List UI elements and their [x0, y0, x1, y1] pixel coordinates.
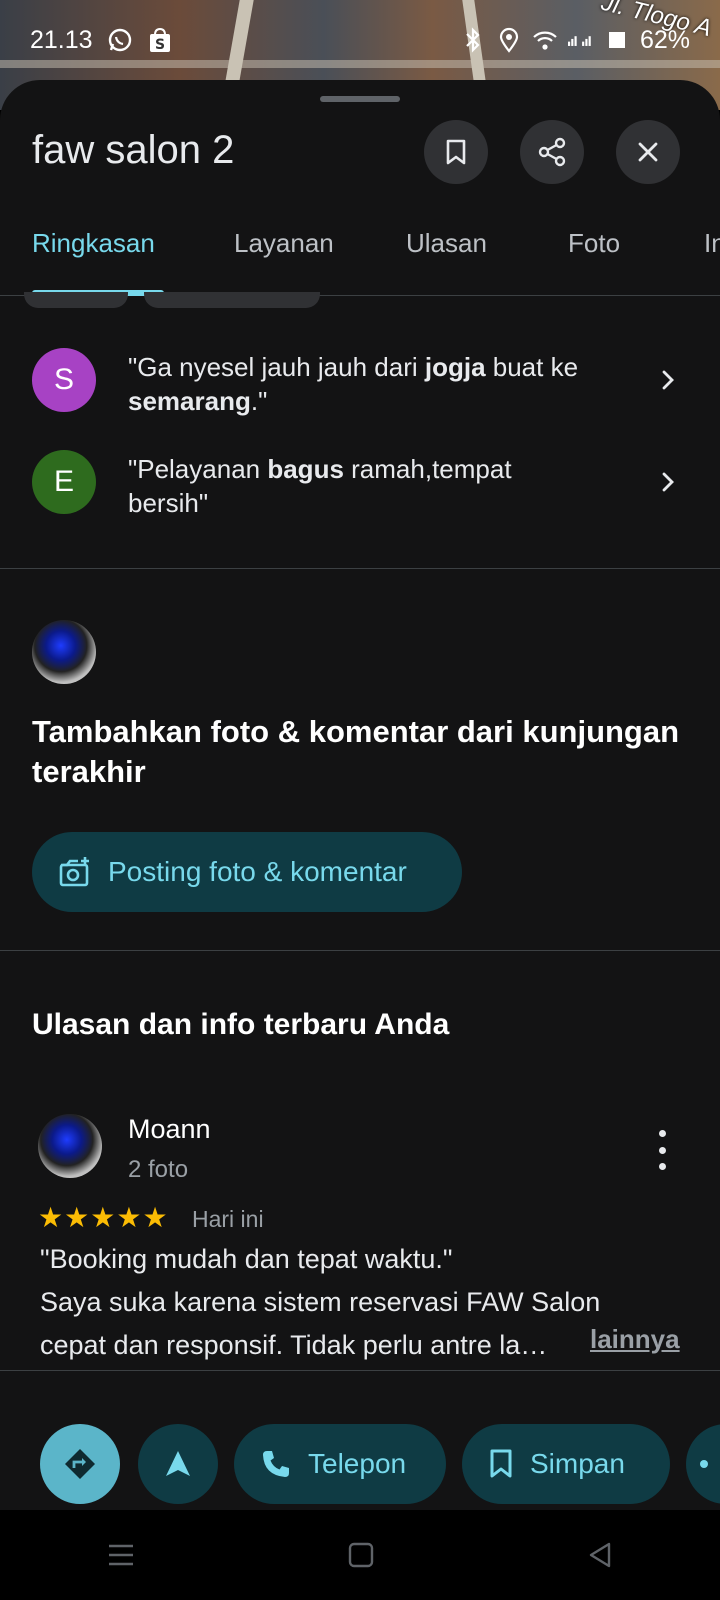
tab-layanan[interactable]: Layanan: [234, 228, 334, 259]
drag-handle[interactable]: [320, 96, 400, 102]
place-title: faw salon 2: [32, 128, 235, 172]
call-button[interactable]: Telepon: [234, 1424, 446, 1504]
review-chip[interactable]: [144, 292, 320, 308]
review-author-name: Moann: [128, 1114, 211, 1144]
star-rating: ★ ★ ★ ★ ★: [38, 1204, 168, 1232]
review-snippet-text: "Ga nyesel jauh jauh dari jogja buat ke …: [128, 352, 579, 416]
action-bar: Telepon Simpan: [0, 1424, 720, 1510]
review-author-avatar: [38, 1114, 102, 1178]
battery-icon: [604, 27, 630, 53]
user-avatar: [32, 620, 96, 684]
reviewer-avatar: E: [32, 450, 96, 514]
reviewer-avatar: S: [32, 348, 96, 412]
star-icon: ★: [142, 1202, 168, 1233]
call-button-label: Telepon: [308, 1448, 407, 1479]
bookmark-icon: [490, 1449, 512, 1478]
close-button[interactable]: [616, 120, 680, 184]
read-more-link[interactable]: lainnya: [590, 1324, 680, 1355]
save-place-button[interactable]: [424, 120, 488, 184]
home-icon[interactable]: [348, 1542, 374, 1568]
battery-percent: 62%: [639, 25, 690, 54]
divider: [0, 950, 720, 951]
share-icon: [538, 137, 566, 167]
back-icon[interactable]: [587, 1541, 613, 1569]
review-snippet[interactable]: E "Pelayanan bagus ramah,tempat bersih": [0, 450, 720, 550]
add-photo-icon: [59, 857, 89, 887]
tab-bar: Ringkasan Layanan Ulasan Foto In: [0, 210, 720, 296]
chevron-right-icon: [662, 370, 674, 390]
whatsapp-icon: [107, 27, 133, 53]
tab-foto[interactable]: Foto: [568, 228, 620, 259]
review-snippet[interactable]: S "Ga nyesel jauh jauh dari jogja buat k…: [0, 348, 720, 448]
star-icon: ★: [90, 1202, 116, 1233]
review-chip[interactable]: [24, 292, 128, 308]
more-actions-button[interactable]: [686, 1424, 720, 1504]
save-button[interactable]: Simpan: [462, 1424, 670, 1504]
post-button-label: Posting foto & komentar: [108, 856, 407, 887]
review-snippet-text: "Pelayanan bagus ramah,tempat bersih": [128, 454, 512, 518]
review-text-line: "Booking mudah dan tepat waktu.": [40, 1244, 453, 1274]
directions-button[interactable]: [40, 1424, 120, 1504]
status-bar: 21.13 S 62%: [0, 22, 720, 58]
location-icon: [496, 27, 522, 53]
more-options-button[interactable]: [652, 1130, 672, 1170]
review-date: Hari ini: [192, 1206, 264, 1232]
share-button[interactable]: [520, 120, 584, 184]
tab-ringkasan[interactable]: Ringkasan: [32, 228, 155, 259]
post-photo-comment-button[interactable]: Posting foto & komentar: [32, 832, 462, 912]
review-text-line: Saya suka karena sistem reservasi FAW Sa…: [40, 1287, 601, 1317]
divider: [0, 568, 720, 569]
section-title: Ulasan dan info terbaru Anda: [32, 1008, 450, 1041]
tab-info[interactable]: In: [704, 228, 720, 259]
review-photo-count: 2 foto: [128, 1156, 189, 1183]
status-time: 21.13: [30, 25, 93, 54]
dot-icon: [700, 1460, 708, 1468]
bluetooth-icon: [460, 27, 486, 53]
recent-apps-icon[interactable]: [107, 1543, 135, 1567]
bookmark-icon: [446, 139, 466, 165]
divider: [0, 1370, 720, 1371]
phone-icon: [263, 1451, 289, 1477]
start-navigation-button[interactable]: [138, 1424, 218, 1504]
star-icon: ★: [38, 1202, 64, 1233]
star-icon: ★: [64, 1202, 90, 1233]
system-nav-bar: [0, 1510, 720, 1600]
place-sheet: faw salon 2 Ringkasan Layanan Ulasan Fot…: [0, 80, 720, 1510]
svg-text:S: S: [155, 37, 165, 53]
wifi-icon: [532, 27, 558, 53]
contribute-prompt: Tambahkan foto & komentar dari kunjungan…: [32, 714, 680, 789]
chevron-right-icon: [662, 472, 674, 492]
shopee-icon: S: [147, 27, 173, 53]
navigation-arrow-icon: [166, 1451, 190, 1476]
directions-icon: [65, 1449, 95, 1479]
close-icon: [638, 142, 658, 162]
star-icon: ★: [116, 1202, 142, 1233]
tab-ulasan[interactable]: Ulasan: [406, 228, 487, 259]
signal-icon: [567, 27, 594, 53]
save-button-label: Simpan: [530, 1448, 625, 1479]
